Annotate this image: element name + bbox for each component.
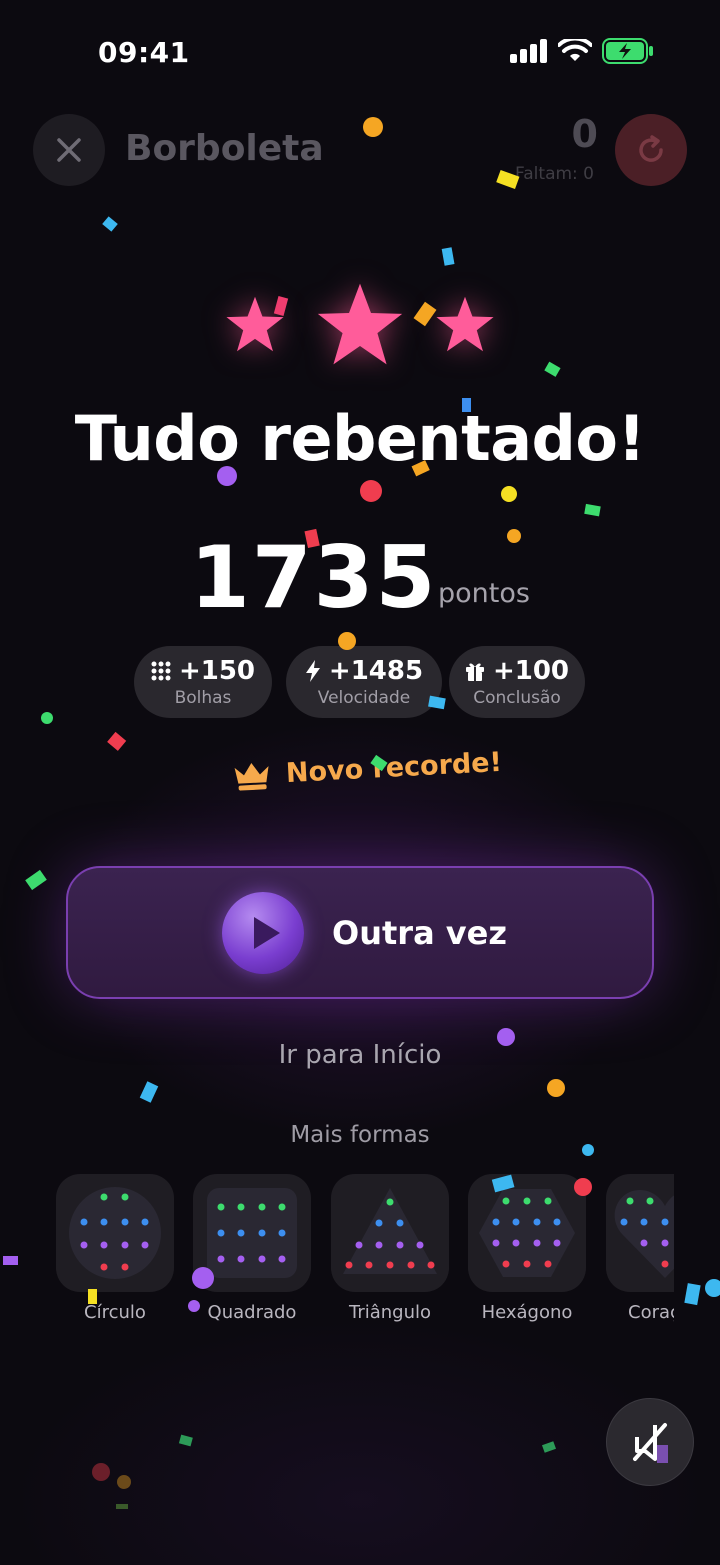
- level-title: Borboleta: [125, 128, 324, 169]
- hexagon-shape-icon: [479, 1189, 575, 1277]
- restart-icon: [639, 135, 663, 162]
- shape-label: Hexágono: [481, 1302, 573, 1323]
- signal-icon: [510, 39, 547, 63]
- star-icon: [226, 296, 284, 352]
- play-icon: [222, 892, 304, 974]
- shapes-carousel[interactable]: Círculo Quadrado Triângulo Hexágono Cora: [56, 1174, 674, 1334]
- play-triangle: [254, 917, 280, 949]
- shape-card-square[interactable]: [193, 1174, 311, 1292]
- crown-icon: [234, 762, 269, 791]
- final-score: 1735 pontos: [0, 528, 720, 628]
- result-title: Tudo rebentado!: [74, 402, 646, 475]
- bonus-label: Conclusão: [473, 688, 561, 708]
- star-icon: [436, 296, 494, 352]
- shape-card-hexagon[interactable]: [468, 1174, 586, 1292]
- wifi-icon: [558, 39, 592, 61]
- go-home-link[interactable]: Ir para Início: [0, 1040, 720, 1070]
- sound-off-icon: [633, 1423, 667, 1461]
- close-icon: [57, 138, 81, 162]
- bonus-label: Bolhas: [174, 688, 232, 708]
- grid-dots-icon: [151, 661, 171, 681]
- more-shapes-title: Mais formas: [290, 1122, 430, 1148]
- gift-icon: [465, 663, 484, 681]
- square-shape-icon: [207, 1188, 297, 1278]
- bonus-chip-bubbles: +150 Bolhas: [134, 646, 272, 718]
- remaining-count: Faltam: 0: [515, 164, 594, 184]
- lightning-icon: [305, 660, 320, 682]
- bonus-chip-speed: +1485 Velocidade: [286, 646, 442, 718]
- top-score: 0: [571, 112, 598, 156]
- score-value: 1735: [190, 528, 438, 628]
- bonus-value: +1485: [328, 656, 424, 686]
- play-again-button[interactable]: Outra vez: [66, 866, 654, 999]
- score-unit: pontos: [438, 578, 530, 609]
- shape-card-heart[interactable]: [606, 1174, 674, 1292]
- close-button[interactable]: [33, 114, 105, 186]
- shape-label: Círculo: [84, 1302, 146, 1323]
- heart-shape-icon: [614, 1190, 674, 1278]
- sound-toggle-button[interactable]: [606, 1398, 694, 1486]
- status-time: 09:41: [98, 36, 190, 69]
- bonus-chip-completion: +100 Conclusão: [449, 646, 585, 718]
- shape-card-circle[interactable]: [56, 1174, 174, 1292]
- star-icon: [317, 283, 403, 365]
- bonus-value: +150: [178, 656, 256, 686]
- triangle-shape-icon: [343, 1188, 437, 1274]
- shape-label: Quadrado: [207, 1302, 297, 1323]
- status-icons: [510, 38, 654, 64]
- circle-shape-icon: [69, 1187, 161, 1279]
- bonus-label: Velocidade: [317, 688, 411, 708]
- bonus-value: +100: [492, 656, 570, 686]
- shape-card-triangle[interactable]: [331, 1174, 449, 1292]
- shape-label: Coração: [628, 1302, 674, 1323]
- restart-button[interactable]: [615, 114, 687, 186]
- battery-charging-icon: [602, 38, 653, 64]
- stars-rating: [0, 280, 720, 370]
- play-again-label: Outra vez: [332, 914, 507, 952]
- shape-label: Triângulo: [348, 1302, 432, 1323]
